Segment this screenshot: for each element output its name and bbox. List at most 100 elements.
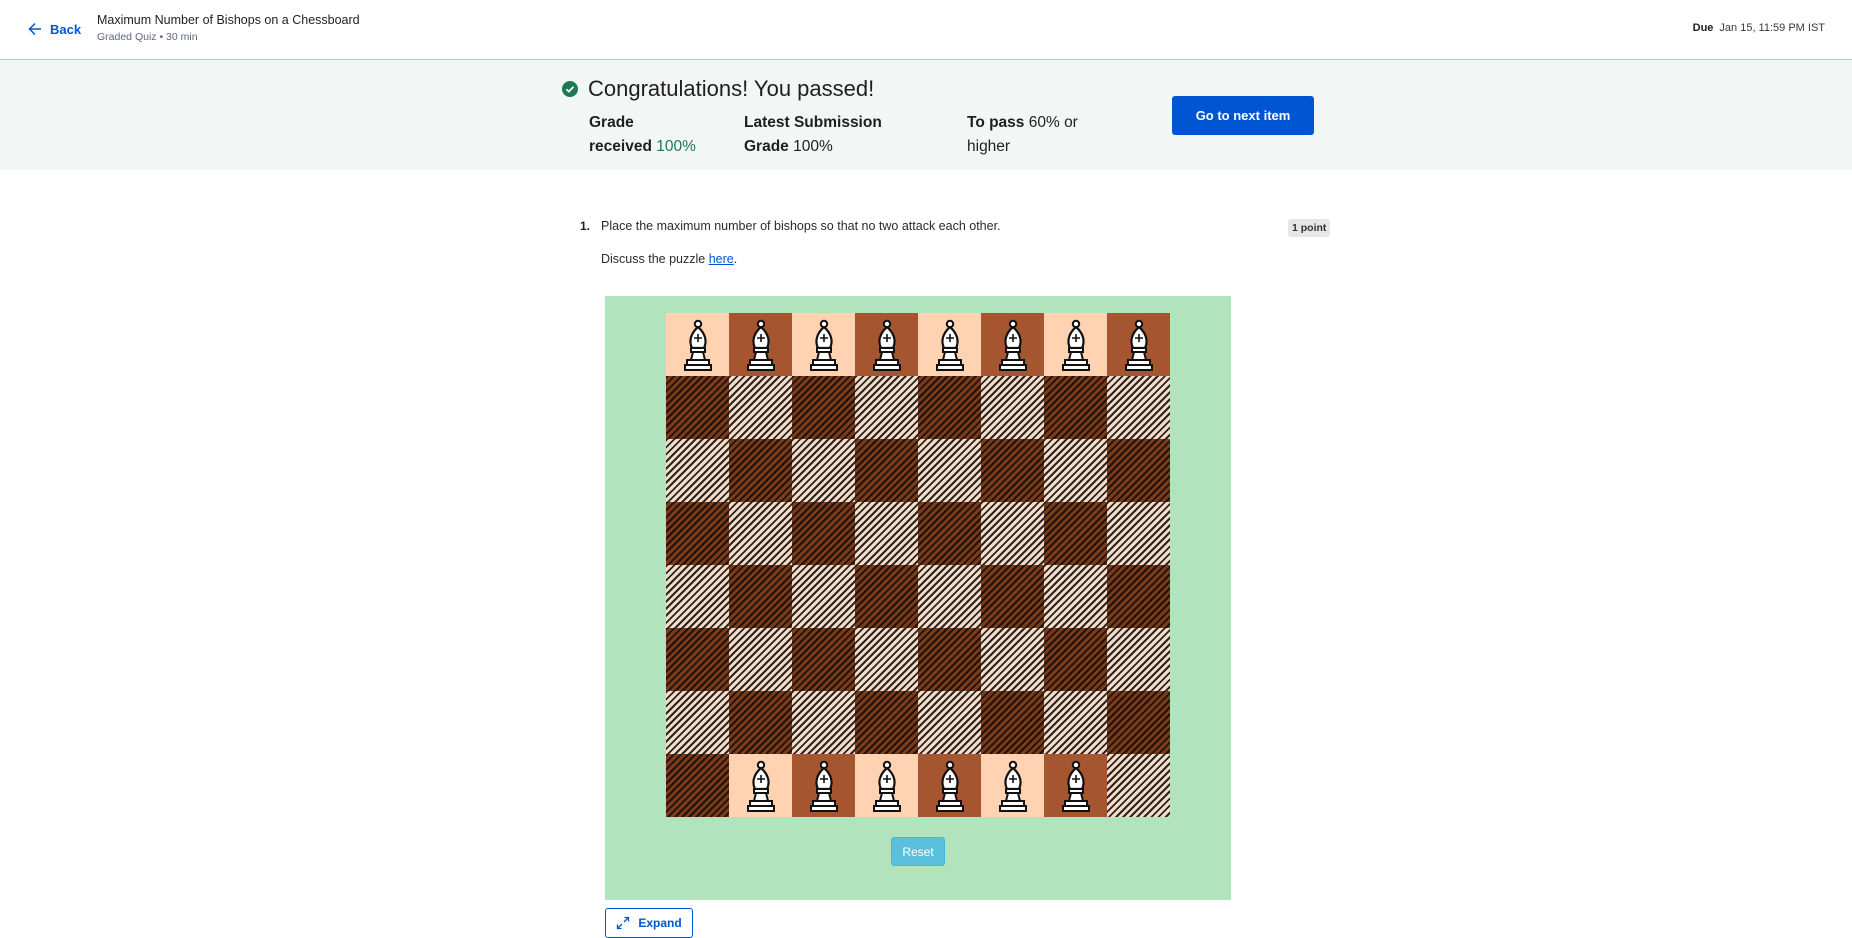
board-square[interactable] bbox=[918, 628, 981, 691]
chessboard bbox=[666, 313, 1170, 817]
board-square[interactable] bbox=[729, 376, 792, 439]
board-square[interactable] bbox=[1107, 754, 1170, 817]
board-square-bishop[interactable] bbox=[918, 754, 981, 817]
board-square[interactable] bbox=[792, 439, 855, 502]
back-button[interactable]: Back bbox=[26, 17, 81, 41]
board-square-bishop[interactable] bbox=[1107, 313, 1170, 376]
board-square[interactable] bbox=[1044, 439, 1107, 502]
white-bishop-icon bbox=[935, 319, 964, 371]
grade-received-label-2: received bbox=[589, 138, 652, 155]
board-square[interactable] bbox=[918, 439, 981, 502]
board-square[interactable] bbox=[666, 565, 729, 628]
reset-button[interactable]: Reset bbox=[891, 837, 945, 866]
board-square[interactable] bbox=[1107, 565, 1170, 628]
board-square[interactable] bbox=[1044, 502, 1107, 565]
board-square-bishop[interactable] bbox=[729, 754, 792, 817]
board-square-bishop[interactable] bbox=[1044, 754, 1107, 817]
board-square[interactable] bbox=[981, 628, 1044, 691]
board-square[interactable] bbox=[729, 691, 792, 754]
item-title: Maximum Number of Bishops on a Chessboar… bbox=[97, 13, 360, 27]
board-square[interactable] bbox=[792, 565, 855, 628]
expand-label: Expand bbox=[638, 916, 682, 930]
white-bishop-icon bbox=[809, 319, 838, 371]
board-square[interactable] bbox=[792, 376, 855, 439]
board-square-bishop[interactable] bbox=[981, 313, 1044, 376]
board-square[interactable] bbox=[918, 565, 981, 628]
white-bishop-icon bbox=[872, 319, 901, 371]
board-square[interactable] bbox=[855, 502, 918, 565]
white-bishop-icon bbox=[683, 319, 712, 371]
board-square-bishop[interactable] bbox=[855, 313, 918, 376]
expand-icon bbox=[617, 916, 630, 930]
board-square[interactable] bbox=[729, 502, 792, 565]
board-square[interactable] bbox=[1044, 565, 1107, 628]
board-square[interactable] bbox=[855, 628, 918, 691]
board-square[interactable] bbox=[1044, 691, 1107, 754]
board-square[interactable] bbox=[855, 439, 918, 502]
white-bishop-icon bbox=[746, 760, 775, 812]
white-bishop-icon bbox=[1061, 760, 1090, 812]
board-square[interactable] bbox=[981, 502, 1044, 565]
go-to-next-item-button[interactable]: Go to next item bbox=[1172, 96, 1314, 135]
white-bishop-icon bbox=[872, 760, 901, 812]
board-square-bishop[interactable] bbox=[981, 754, 1044, 817]
board-square[interactable] bbox=[1107, 439, 1170, 502]
to-pass-value-2: higher bbox=[967, 138, 1011, 155]
board-square[interactable] bbox=[1044, 628, 1107, 691]
board-square[interactable] bbox=[1044, 376, 1107, 439]
discuss-line: Discuss the puzzle here. bbox=[601, 252, 737, 266]
board-square[interactable] bbox=[666, 628, 729, 691]
due-value: Jan 15, 11:59 PM IST bbox=[1719, 22, 1825, 34]
expand-button[interactable]: Expand bbox=[605, 908, 693, 938]
latest-value: 100% bbox=[793, 138, 833, 155]
board-square[interactable] bbox=[981, 691, 1044, 754]
white-bishop-icon bbox=[998, 319, 1027, 371]
grade-received-value: 100% bbox=[656, 138, 696, 155]
board-square[interactable] bbox=[792, 628, 855, 691]
board-square-bishop[interactable] bbox=[855, 754, 918, 817]
to-pass-label: To pass bbox=[967, 114, 1025, 131]
board-square[interactable] bbox=[981, 376, 1044, 439]
board-square[interactable] bbox=[729, 628, 792, 691]
board-square[interactable] bbox=[666, 439, 729, 502]
board-square[interactable] bbox=[855, 691, 918, 754]
pass-message: Congratulations! You passed! bbox=[562, 76, 874, 102]
board-square-bishop[interactable] bbox=[729, 313, 792, 376]
discuss-suffix: . bbox=[733, 252, 738, 266]
grade-received-label-1: Grade bbox=[589, 114, 634, 131]
board-square[interactable] bbox=[918, 376, 981, 439]
board-square[interactable] bbox=[1107, 691, 1170, 754]
board-square[interactable] bbox=[666, 691, 729, 754]
to-pass: To pass 60% or higher bbox=[967, 111, 1087, 159]
board-square[interactable] bbox=[1107, 376, 1170, 439]
white-bishop-icon bbox=[1061, 319, 1090, 371]
board-square[interactable] bbox=[855, 376, 918, 439]
question-text: Place the maximum number of bishops so t… bbox=[601, 219, 1001, 233]
board-square[interactable] bbox=[729, 439, 792, 502]
board-square[interactable] bbox=[729, 565, 792, 628]
white-bishop-icon bbox=[809, 760, 838, 812]
board-square[interactable] bbox=[792, 502, 855, 565]
board-square[interactable] bbox=[792, 691, 855, 754]
board-square[interactable] bbox=[981, 565, 1044, 628]
item-title-block: Maximum Number of Bishops on a Chessboar… bbox=[97, 13, 360, 43]
grade-received: Grade received 100% bbox=[589, 111, 709, 159]
board-square[interactable] bbox=[981, 439, 1044, 502]
discuss-link[interactable]: here bbox=[709, 252, 734, 266]
board-square[interactable] bbox=[666, 502, 729, 565]
board-square-bishop[interactable] bbox=[1044, 313, 1107, 376]
board-square-bishop[interactable] bbox=[918, 313, 981, 376]
pass-message-text: Congratulations! You passed! bbox=[588, 76, 875, 101]
board-square-bishop[interactable] bbox=[792, 313, 855, 376]
board-square-bishop[interactable] bbox=[792, 754, 855, 817]
board-square[interactable] bbox=[918, 502, 981, 565]
board-square[interactable] bbox=[1107, 628, 1170, 691]
top-bar: Back Maximum Number of Bishops on a Ches… bbox=[0, 0, 1852, 60]
board-square-bishop[interactable] bbox=[666, 313, 729, 376]
back-label: Back bbox=[50, 21, 82, 37]
board-square[interactable] bbox=[666, 376, 729, 439]
board-square[interactable] bbox=[855, 565, 918, 628]
board-square[interactable] bbox=[666, 754, 729, 817]
board-square[interactable] bbox=[918, 691, 981, 754]
board-square[interactable] bbox=[1107, 502, 1170, 565]
